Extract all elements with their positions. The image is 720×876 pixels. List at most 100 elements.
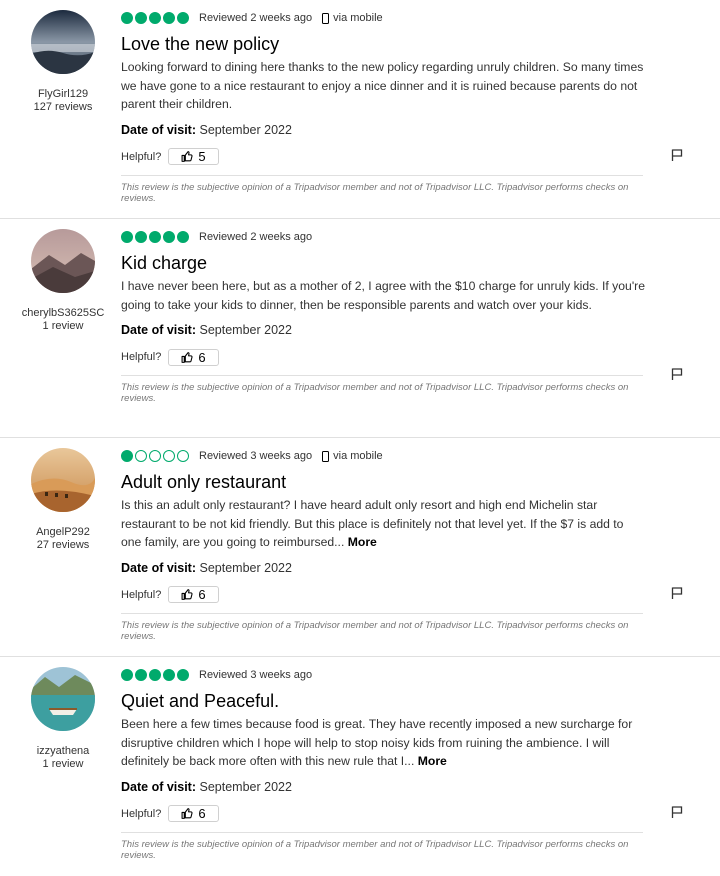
review-text: Been here a few times because food is gr… xyxy=(121,717,633,768)
review-card: FlyGirl129 127 reviews Reviewed 2 weeks … xyxy=(0,0,720,219)
rating-bubble-icon xyxy=(121,669,133,681)
review-title[interactable]: Kid charge xyxy=(121,252,646,274)
rating-bubble-icon xyxy=(149,669,161,681)
reviewer-review-count: 27 reviews xyxy=(36,539,90,551)
rating-bubble-icon xyxy=(121,231,133,243)
helpful-label: Helpful? xyxy=(121,588,162,601)
more-link[interactable]: More xyxy=(418,754,447,768)
review-disclaimer: This review is the subjective opinion of… xyxy=(121,838,629,861)
review-text: I have never been here, but as a mother … xyxy=(121,279,645,312)
rating-bubble-icon xyxy=(121,450,133,462)
review-content: Reviewed 2 weeks ago via mobile Love the… xyxy=(121,10,646,204)
date-of-visit-value: September 2022 xyxy=(199,323,292,337)
review-card: AngelP292 27 reviews Reviewed 3 weeks ag… xyxy=(0,438,720,657)
rating-bubble-icon xyxy=(135,669,147,681)
review-date: Reviewed 3 weeks ago xyxy=(199,450,313,462)
reviewer-username[interactable]: AngelP292 xyxy=(0,526,126,539)
avatar[interactable] xyxy=(31,448,95,512)
review-date: Reviewed 2 weeks ago xyxy=(199,12,313,24)
reviewer-review-count: 127 reviews xyxy=(33,101,93,113)
review-card: cherylbS3625SC 1 review Reviewed 2 weeks… xyxy=(0,219,720,438)
thumbs-up-icon xyxy=(181,808,193,819)
reviewer-username[interactable]: FlyGirl129 xyxy=(0,88,126,101)
avatar[interactable] xyxy=(31,229,95,293)
review-divider xyxy=(121,831,643,833)
rating-bubbles xyxy=(121,12,189,24)
review-meta: Reviewed 2 weeks ago xyxy=(121,229,646,245)
review-content: Reviewed 2 weeks ago Kid charge I have n… xyxy=(121,229,646,404)
rating-bubble-icon xyxy=(177,450,189,462)
helpful-button[interactable]: 6 xyxy=(168,586,219,603)
review-disclaimer: This review is the subjective opinion of… xyxy=(121,382,629,404)
review-date: Reviewed 2 weeks ago xyxy=(199,231,313,243)
review-body: Been here a few times because food is gr… xyxy=(121,715,646,771)
avatar[interactable] xyxy=(31,10,95,74)
date-of-visit-label: Date of visit: xyxy=(121,323,197,337)
reviewer-review-count: 1 review xyxy=(42,758,84,770)
review-card: izzyathena 1 review Reviewed 3 weeks ago… xyxy=(0,657,720,876)
review-disclaimer: This review is the subjective opinion of… xyxy=(121,619,629,642)
helpful-button[interactable]: 5 xyxy=(168,148,219,165)
rating-bubble-icon xyxy=(149,12,161,24)
date-of-visit: Date of visit: September 2022 xyxy=(121,322,646,338)
rating-bubble-icon xyxy=(135,450,147,462)
avatar[interactable] xyxy=(31,667,95,731)
rating-bubbles xyxy=(121,450,189,462)
rating-bubble-icon xyxy=(121,12,133,24)
review-date: Reviewed 3 weeks ago xyxy=(199,669,313,681)
helpful-label: Helpful? xyxy=(121,351,162,363)
review-disclaimer: This review is the subjective opinion of… xyxy=(121,181,629,204)
review-divider xyxy=(121,375,643,376)
flag-icon[interactable] xyxy=(670,367,684,381)
review-title[interactable]: Adult only restaurant xyxy=(121,471,646,493)
helpful-row: Helpful? 6 xyxy=(121,347,646,367)
via-mobile: via mobile xyxy=(322,12,383,24)
review-title[interactable]: Love the new policy xyxy=(121,33,646,55)
rating-bubble-icon xyxy=(149,231,161,243)
flag-icon[interactable] xyxy=(670,148,684,162)
helpful-row: Helpful? 5 xyxy=(121,147,646,167)
rating-bubble-icon xyxy=(177,12,189,24)
rating-bubble-icon xyxy=(163,450,175,462)
rating-bubble-icon xyxy=(163,12,175,24)
helpful-count: 6 xyxy=(198,349,206,365)
rating-bubble-icon xyxy=(177,669,189,681)
phone-icon xyxy=(322,450,330,462)
thumbs-up-icon xyxy=(181,151,193,162)
reviewer-profile[interactable]: cherylbS3625SC 1 review xyxy=(0,229,126,333)
flag-icon[interactable] xyxy=(670,805,684,819)
helpful-count: 6 xyxy=(198,806,206,821)
review-divider xyxy=(121,174,643,176)
helpful-row: Helpful? 6 xyxy=(121,585,646,605)
rating-bubble-icon xyxy=(163,669,175,681)
review-body: Is this an adult only restaurant? I have… xyxy=(121,496,646,552)
rating-bubble-icon xyxy=(177,231,189,243)
date-of-visit-label: Date of visit: xyxy=(121,779,197,794)
via-mobile: via mobile xyxy=(322,450,383,462)
more-link[interactable]: More xyxy=(348,535,377,549)
phone-icon xyxy=(322,12,330,24)
reviewer-profile[interactable]: FlyGirl129 127 reviews xyxy=(0,10,126,114)
date-of-visit: Date of visit: September 2022 xyxy=(121,560,646,576)
review-title[interactable]: Quiet and Peaceful. xyxy=(121,690,646,712)
thumbs-up-icon xyxy=(181,351,193,363)
rating-bubble-icon xyxy=(149,450,161,462)
helpful-button[interactable]: 6 xyxy=(168,805,219,822)
helpful-count: 6 xyxy=(198,587,206,602)
thumbs-up-icon xyxy=(181,589,193,600)
rating-bubble-icon xyxy=(135,12,147,24)
review-body: Looking forward to dining here thanks to… xyxy=(121,58,646,114)
reviewer-profile[interactable]: AngelP292 27 reviews xyxy=(0,448,126,552)
rating-bubbles xyxy=(121,231,189,243)
rating-bubble-icon xyxy=(163,231,175,243)
date-of-visit-value: September 2022 xyxy=(199,560,292,575)
helpful-button[interactable]: 6 xyxy=(168,348,219,366)
reviewer-profile[interactable]: izzyathena 1 review xyxy=(0,667,126,771)
flag-icon[interactable] xyxy=(670,586,684,600)
reviewer-username[interactable]: izzyathena xyxy=(0,745,126,758)
reviews-list: FlyGirl129 127 reviews Reviewed 2 weeks … xyxy=(0,0,720,876)
date-of-visit-label: Date of visit: xyxy=(121,560,197,575)
review-meta: Reviewed 3 weeks ago via mobile xyxy=(121,448,646,464)
reviewer-username[interactable]: cherylbS3625SC xyxy=(0,307,126,320)
helpful-label: Helpful? xyxy=(121,807,162,820)
